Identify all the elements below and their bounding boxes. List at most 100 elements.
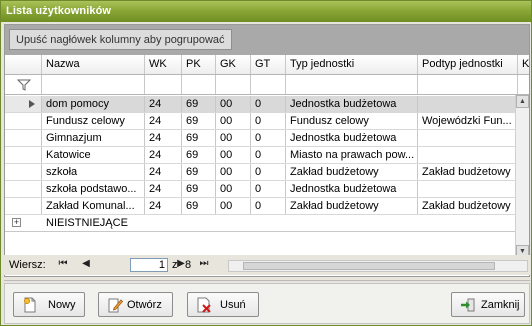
cell-gt: 0 [251, 147, 286, 163]
column-header-typ-jednostki[interactable]: Typ jednostki [286, 55, 418, 74]
group-row-label: NIEISTNIEJĄCE [46, 217, 128, 229]
cell-gk: 00 [216, 113, 251, 129]
page-number-input[interactable] [130, 258, 168, 272]
scroll-up-icon[interactable]: ▲ [516, 95, 529, 108]
new-button[interactable]: Nowy [13, 292, 85, 317]
filter-cell-typ[interactable] [286, 75, 418, 94]
current-row-arrow-icon [29, 100, 35, 108]
cell-podtyp [418, 96, 517, 112]
cell-wk: 24 [145, 181, 182, 197]
expand-icon[interactable]: + [12, 218, 21, 227]
cell-nazwa: dom pomocy [42, 96, 145, 112]
row-indicator [5, 164, 42, 180]
filter-gutter[interactable] [5, 75, 42, 94]
open-button-label: Otwórz [127, 299, 162, 311]
table-row[interactable]: Katowice 24 69 00 0 Miasto na prawach po… [5, 147, 517, 164]
column-header-row: Nazwa WK PK GK GT Typ jednostki Podtyp j… [5, 55, 529, 75]
cell-wk: 24 [145, 164, 182, 180]
column-header-nazwa[interactable]: Nazwa [42, 55, 145, 74]
filter-cell-kod[interactable] [518, 75, 529, 94]
cell-gk: 00 [216, 164, 251, 180]
cell-gk: 00 [216, 96, 251, 112]
cell-nazwa: szkoła podstawo... [42, 181, 145, 197]
record-navigator: Wiersz: ⏮ ◀ z 8 ▶ ⏭ [4, 255, 530, 275]
cell-wk: 24 [145, 96, 182, 112]
edit-document-icon [108, 298, 123, 313]
cell-gt: 0 [251, 113, 286, 129]
delete-document-icon [197, 297, 211, 313]
cell-typ: Miasto na prawach pow... [286, 147, 418, 163]
cell-typ: Zakład budżetowy [286, 198, 418, 214]
column-header-wk[interactable]: WK [145, 55, 182, 74]
table-row[interactable]: szkoła podstawo... 24 69 00 0 Jednostka … [5, 181, 517, 198]
grid-rows: dom pomocy 24 69 00 0 Jednostka budżetow… [5, 96, 517, 256]
cell-typ: Jednostka budżetowa [286, 181, 418, 197]
cell-gk: 00 [216, 181, 251, 197]
cell-typ: Jednostka budżetowa [286, 130, 418, 146]
cell-podtyp [418, 147, 517, 163]
delete-button[interactable]: Usuń [187, 292, 259, 317]
open-button[interactable]: Otwórz [98, 292, 173, 317]
vertical-scrollbar[interactable]: ▲ ▼ [515, 95, 529, 258]
horizontal-scrollbar[interactable] [228, 260, 528, 272]
exit-icon [461, 298, 475, 312]
cell-nazwa: Katowice [42, 147, 145, 163]
cell-podtyp [418, 181, 517, 197]
column-header-pk[interactable]: PK [182, 55, 216, 74]
row-indicator [5, 198, 42, 214]
cell-pk: 69 [182, 130, 216, 146]
cell-gk: 00 [216, 198, 251, 214]
column-header-kod[interactable]: Ko [518, 55, 529, 74]
data-grid: Upuść nagłówek kolumny aby pogrupować Na… [4, 24, 530, 277]
table-row[interactable]: Zakład Komunal... 24 69 00 0 Zakład budż… [5, 198, 517, 215]
cell-gt: 0 [251, 181, 286, 197]
last-page-icon[interactable]: ⏭ [197, 257, 211, 271]
cell-podtyp: Wojewódzki Fun... [418, 113, 517, 129]
navigator-label: Wiersz: [9, 259, 46, 271]
next-page-icon[interactable]: ▶ [174, 257, 188, 271]
cell-podtyp: Zakład budżetowy [418, 164, 517, 180]
filter-cell-podtyp[interactable] [418, 75, 518, 94]
close-button[interactable]: Zamknij [451, 292, 525, 317]
table-row[interactable]: Gimnazjum 24 69 00 0 Jednostka budżetowa… [5, 130, 517, 147]
cell-nazwa: Fundusz celowy [42, 113, 145, 129]
row-indicator [5, 96, 42, 112]
filter-icon[interactable] [17, 79, 31, 91]
new-document-icon [24, 297, 36, 313]
filter-cell-wk[interactable] [145, 75, 182, 94]
first-page-icon[interactable]: ⏮ [56, 257, 70, 271]
cell-podtyp [418, 130, 517, 146]
previous-page-icon[interactable]: ◀ [79, 257, 93, 271]
column-header-podtyp-jednostki[interactable]: Podtyp jednostki [418, 55, 518, 74]
cell-wk: 24 [145, 130, 182, 146]
row-indicator [5, 113, 42, 129]
table-row[interactable]: dom pomocy 24 69 00 0 Jednostka budżetow… [5, 96, 517, 113]
group-row[interactable]: + NIEISTNIEJĄCE [5, 215, 517, 232]
row-indicator [5, 181, 42, 197]
divider [4, 280, 530, 281]
cell-gk: 00 [216, 130, 251, 146]
close-button-label: Zamknij [481, 299, 520, 311]
cell-typ: Fundusz celowy [286, 113, 418, 129]
horizontal-scroll-thumb[interactable] [243, 262, 495, 270]
filter-cell-nazwa[interactable] [42, 75, 145, 94]
cell-typ: Jednostka budżetowa [286, 96, 418, 112]
table-row[interactable]: Fundusz celowy 24 69 00 0 Fundusz celowy… [5, 113, 517, 130]
group-hint-text: Upuść nagłówek kolumny aby pogrupować [9, 29, 232, 50]
main-window: Lista użytkowników Upuść nagłówek kolumn… [0, 0, 532, 326]
cell-typ: Zakład budżetowy [286, 164, 418, 180]
table-row[interactable]: szkoła 24 69 00 0 Zakład budżetowy Zakła… [5, 164, 517, 181]
cell-nazwa: Zakład Komunal... [42, 198, 145, 214]
cell-wk: 24 [145, 147, 182, 163]
column-header-gk[interactable]: GK [216, 55, 251, 74]
cell-pk: 69 [182, 198, 216, 214]
filter-cell-gk[interactable] [216, 75, 251, 94]
group-by-area[interactable]: Upuść nagłówek kolumny aby pogrupować [5, 25, 529, 55]
column-header-gt[interactable]: GT [251, 55, 286, 74]
filter-cell-pk[interactable] [182, 75, 216, 94]
filter-cell-gt[interactable] [251, 75, 286, 94]
cell-gt: 0 [251, 96, 286, 112]
cell-gt: 0 [251, 130, 286, 146]
cell-pk: 69 [182, 113, 216, 129]
cell-pk: 69 [182, 164, 216, 180]
